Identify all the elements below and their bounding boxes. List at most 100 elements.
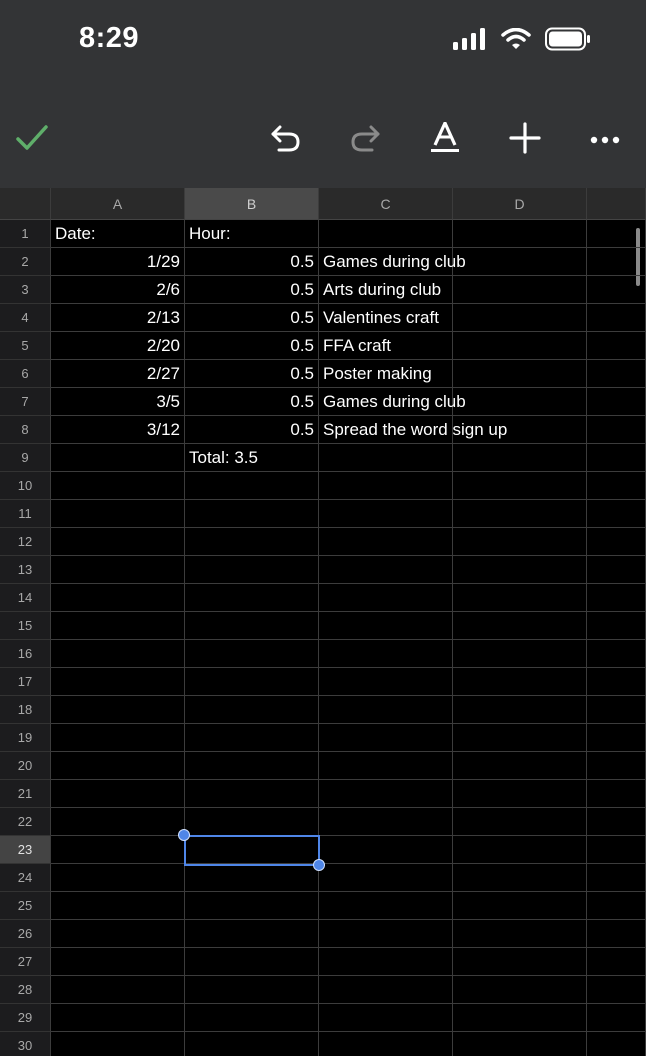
cell-c3[interactable]: Arts during club [319,276,453,304]
cell-c20[interactable] [319,752,453,780]
cell-e23[interactable] [587,836,646,864]
row-header-28[interactable]: 28 [0,976,51,1004]
column-header-e[interactable] [587,188,646,220]
cell-d12[interactable] [453,528,587,556]
more-button[interactable] [577,115,633,165]
row-header-3[interactable]: 3 [0,276,51,304]
cell-d24[interactable] [453,864,587,892]
cell-e25[interactable] [587,892,646,920]
cell-e30[interactable] [587,1032,646,1056]
cell-d3[interactable] [453,276,587,304]
cell-e22[interactable] [587,808,646,836]
cell-d6[interactable] [453,360,587,388]
cell-e20[interactable] [587,752,646,780]
cell-d14[interactable] [453,584,587,612]
cell-a14[interactable] [51,584,185,612]
cell-b11[interactable] [185,500,319,528]
cell-c16[interactable] [319,640,453,668]
cell-c17[interactable] [319,668,453,696]
row-header-13[interactable]: 13 [0,556,51,584]
cell-e4[interactable] [587,304,646,332]
row-header-20[interactable]: 20 [0,752,51,780]
redo-button[interactable] [337,115,393,165]
cell-b12[interactable] [185,528,319,556]
cell-d13[interactable] [453,556,587,584]
row-header-18[interactable]: 18 [0,696,51,724]
cell-d27[interactable] [453,948,587,976]
cell-b22[interactable] [185,808,319,836]
cell-d29[interactable] [453,1004,587,1032]
cell-b8[interactable]: 0.5 [185,416,319,444]
selection-handle-start[interactable] [178,829,190,841]
cell-c21[interactable] [319,780,453,808]
cell-c10[interactable] [319,472,453,500]
column-header-b[interactable]: B [185,188,319,220]
row-header-9[interactable]: 9 [0,444,51,472]
undo-button[interactable] [258,115,314,165]
row-header-4[interactable]: 4 [0,304,51,332]
cell-a20[interactable] [51,752,185,780]
cell-d11[interactable] [453,500,587,528]
row-header-26[interactable]: 26 [0,920,51,948]
cell-b2[interactable]: 0.5 [185,248,319,276]
selection-handle-end[interactable] [313,859,325,871]
cell-b6[interactable]: 0.5 [185,360,319,388]
cell-d28[interactable] [453,976,587,1004]
cell-c6[interactable]: Poster making [319,360,453,388]
cell-a15[interactable] [51,612,185,640]
row-header-12[interactable]: 12 [0,528,51,556]
row-header-16[interactable]: 16 [0,640,51,668]
cell-b30[interactable] [185,1032,319,1056]
cell-c8[interactable]: Spread the word sign up [319,416,507,444]
cell-a3[interactable]: 2/6 [51,276,185,304]
cell-d2[interactable] [453,248,587,276]
row-header-22[interactable]: 22 [0,808,51,836]
cell-c29[interactable] [319,1004,453,1032]
cell-a27[interactable] [51,948,185,976]
cell-b17[interactable] [185,668,319,696]
cell-e15[interactable] [587,612,646,640]
cell-e5[interactable] [587,332,646,360]
text-format-button[interactable] [417,115,473,165]
cell-d22[interactable] [453,808,587,836]
cell-a1[interactable]: Date: [51,220,185,248]
cell-e18[interactable] [587,696,646,724]
cell-c12[interactable] [319,528,453,556]
row-header-14[interactable]: 14 [0,584,51,612]
cell-b29[interactable] [185,1004,319,1032]
cell-d26[interactable] [453,920,587,948]
row-header-6[interactable]: 6 [0,360,51,388]
row-header-15[interactable]: 15 [0,612,51,640]
cell-e17[interactable] [587,668,646,696]
cell-e3[interactable] [587,276,646,304]
cell-e2[interactable] [587,248,646,276]
cell-e8[interactable] [587,416,646,444]
cell-d7[interactable] [453,388,587,416]
cell-b16[interactable] [185,640,319,668]
column-header-c[interactable]: C [319,188,453,220]
cell-d25[interactable] [453,892,587,920]
cell-b26[interactable] [185,920,319,948]
cell-a19[interactable] [51,724,185,752]
select-all-corner[interactable] [0,188,51,220]
cell-e1[interactable] [587,220,646,248]
cell-b28[interactable] [185,976,319,1004]
row-header-24[interactable]: 24 [0,864,51,892]
cell-e26[interactable] [587,920,646,948]
cell-b24[interactable] [185,864,319,892]
row-header-11[interactable]: 11 [0,500,51,528]
row-header-21[interactable]: 21 [0,780,51,808]
row-header-7[interactable]: 7 [0,388,51,416]
cell-b20[interactable] [185,752,319,780]
cell-e24[interactable] [587,864,646,892]
cell-c9[interactable] [319,444,453,472]
cell-c27[interactable] [319,948,453,976]
cell-a7[interactable]: 3/5 [51,388,185,416]
cell-e7[interactable] [587,388,646,416]
cell-d16[interactable] [453,640,587,668]
cell-c19[interactable] [319,724,453,752]
cell-b14[interactable] [185,584,319,612]
cell-c13[interactable] [319,556,453,584]
cell-e27[interactable] [587,948,646,976]
cell-b13[interactable] [185,556,319,584]
